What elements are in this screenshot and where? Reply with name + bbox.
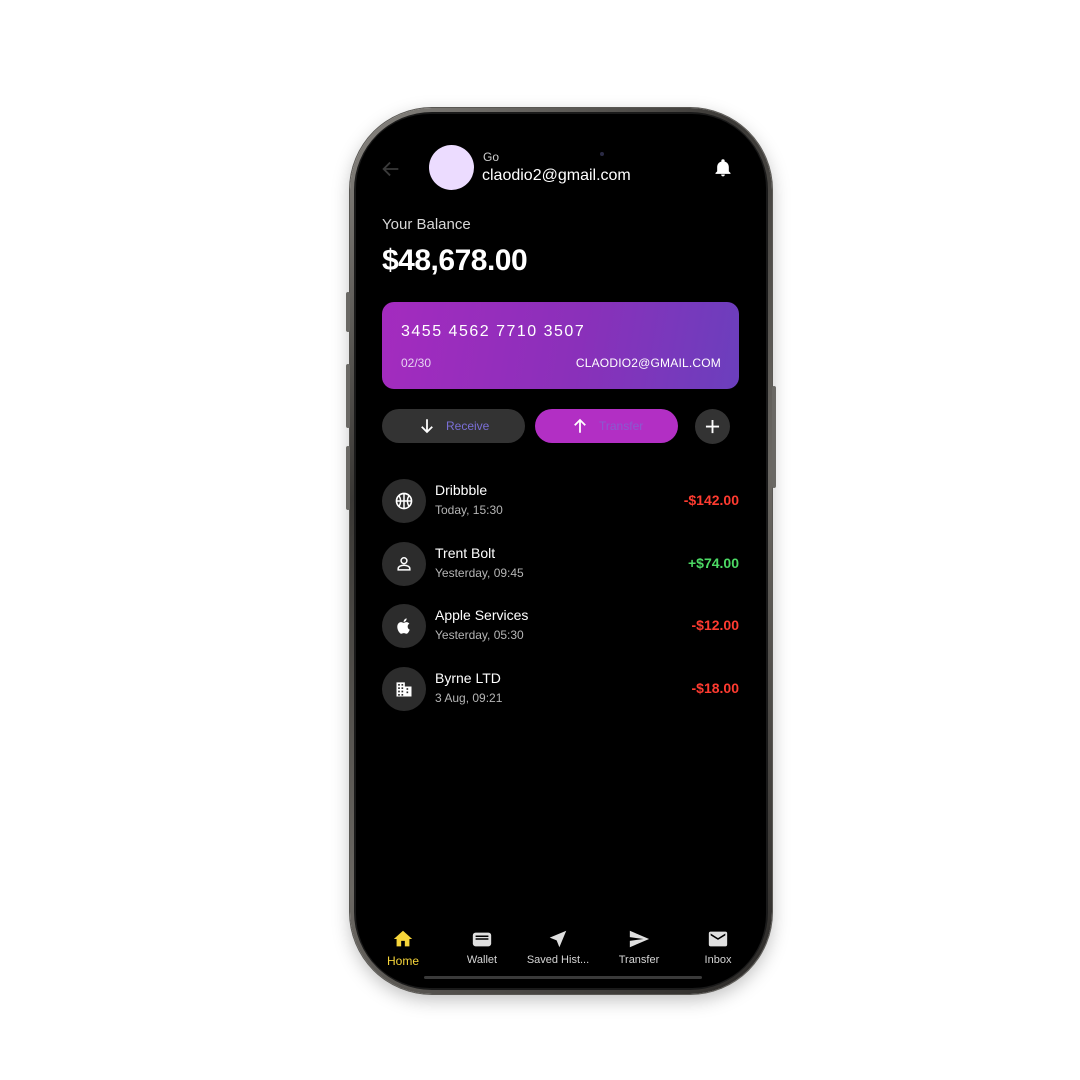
nav-label: Saved Hist... (526, 954, 590, 966)
app-screen: Go claodio2@gmail.com Your Balance $48,6… (356, 114, 766, 988)
transaction-time: Yesterday, 05:30 (435, 628, 524, 642)
volume-down-button (346, 446, 350, 510)
receive-button[interactable]: Receive (382, 409, 525, 443)
nav-transfer[interactable]: Transfer (600, 928, 678, 966)
mail-icon (708, 931, 728, 947)
plus-icon (705, 419, 720, 434)
basketball-icon (395, 492, 413, 510)
nav-label: Transfer (618, 954, 660, 966)
nav-saved-history[interactable]: Saved Hist... (519, 928, 597, 966)
transaction-name: Apple Services (435, 607, 529, 623)
person-icon (397, 557, 411, 571)
transaction-amount: -$142.00 (683, 492, 739, 508)
nav-label: Wallet (466, 954, 498, 966)
arrow-down-icon (421, 419, 433, 434)
card-holder: CLAODIO2@GMAIL.COM (575, 356, 721, 370)
nav-label: Inbox (704, 954, 732, 966)
transaction-icon-wrap (382, 479, 426, 523)
back-arrow-icon[interactable] (380, 158, 402, 180)
send-icon (629, 930, 650, 948)
mute-switch (346, 292, 350, 332)
bank-card[interactable]: 3455 4562 7710 3507 02/30 CLAODIO2@GMAIL… (382, 302, 739, 389)
arrow-up-icon (574, 418, 586, 433)
add-button[interactable] (695, 409, 730, 444)
transaction-icon-wrap (382, 604, 426, 648)
power-button (772, 386, 776, 488)
transaction-icon-wrap (382, 667, 426, 711)
transaction-name: Dribbble (435, 482, 488, 498)
home-indicator[interactable] (424, 976, 702, 979)
transaction-icon-wrap (382, 542, 426, 586)
transaction-row[interactable]: Trent Bolt Yesterday, 09:45 +$74.00 (382, 542, 739, 588)
transaction-time: Today, 15:30 (435, 503, 503, 517)
transaction-row[interactable]: Byrne LTD 3 Aug, 09:21 -$18.00 (382, 667, 739, 713)
nav-wallet[interactable]: Wallet (443, 928, 521, 966)
account-email: claodio2@gmail.com (482, 167, 631, 184)
account-provider: Go (483, 150, 500, 164)
balance-value: $48,678.00 (382, 244, 528, 277)
nav-inbox[interactable]: Inbox (679, 928, 757, 966)
bell-icon[interactable] (713, 157, 733, 179)
transfer-button[interactable]: Transfer (535, 409, 678, 443)
volume-up-button (346, 364, 350, 428)
nav-label: Home (386, 954, 419, 968)
transaction-row[interactable]: Dribbble Today, 15:30 -$142.00 (382, 479, 739, 525)
transfer-label: Transfer (599, 419, 644, 433)
card-expiry: 02/30 (401, 356, 432, 370)
navigation-arrow-icon (549, 930, 567, 948)
balance-label: Your Balance (382, 216, 471, 233)
transaction-time: Yesterday, 09:45 (435, 566, 524, 580)
transaction-name: Trent Bolt (435, 545, 496, 561)
receive-label: Receive (446, 419, 490, 433)
transaction-amount: -$12.00 (691, 617, 739, 633)
card-number: 3455 4562 7710 3507 (401, 323, 586, 340)
building-icon (396, 682, 412, 697)
camera-dot (600, 152, 604, 156)
transaction-amount: +$74.00 (688, 555, 739, 571)
nav-home[interactable]: Home (364, 928, 442, 968)
transaction-name: Byrne LTD (435, 670, 501, 686)
home-icon (393, 930, 413, 947)
avatar[interactable] (429, 145, 474, 190)
transaction-time: 3 Aug, 09:21 (435, 691, 503, 705)
transaction-amount: -$18.00 (691, 680, 739, 696)
wallet-icon (472, 932, 492, 947)
apple-icon (397, 618, 410, 634)
transaction-row[interactable]: Apple Services Yesterday, 05:30 -$12.00 (382, 604, 739, 650)
